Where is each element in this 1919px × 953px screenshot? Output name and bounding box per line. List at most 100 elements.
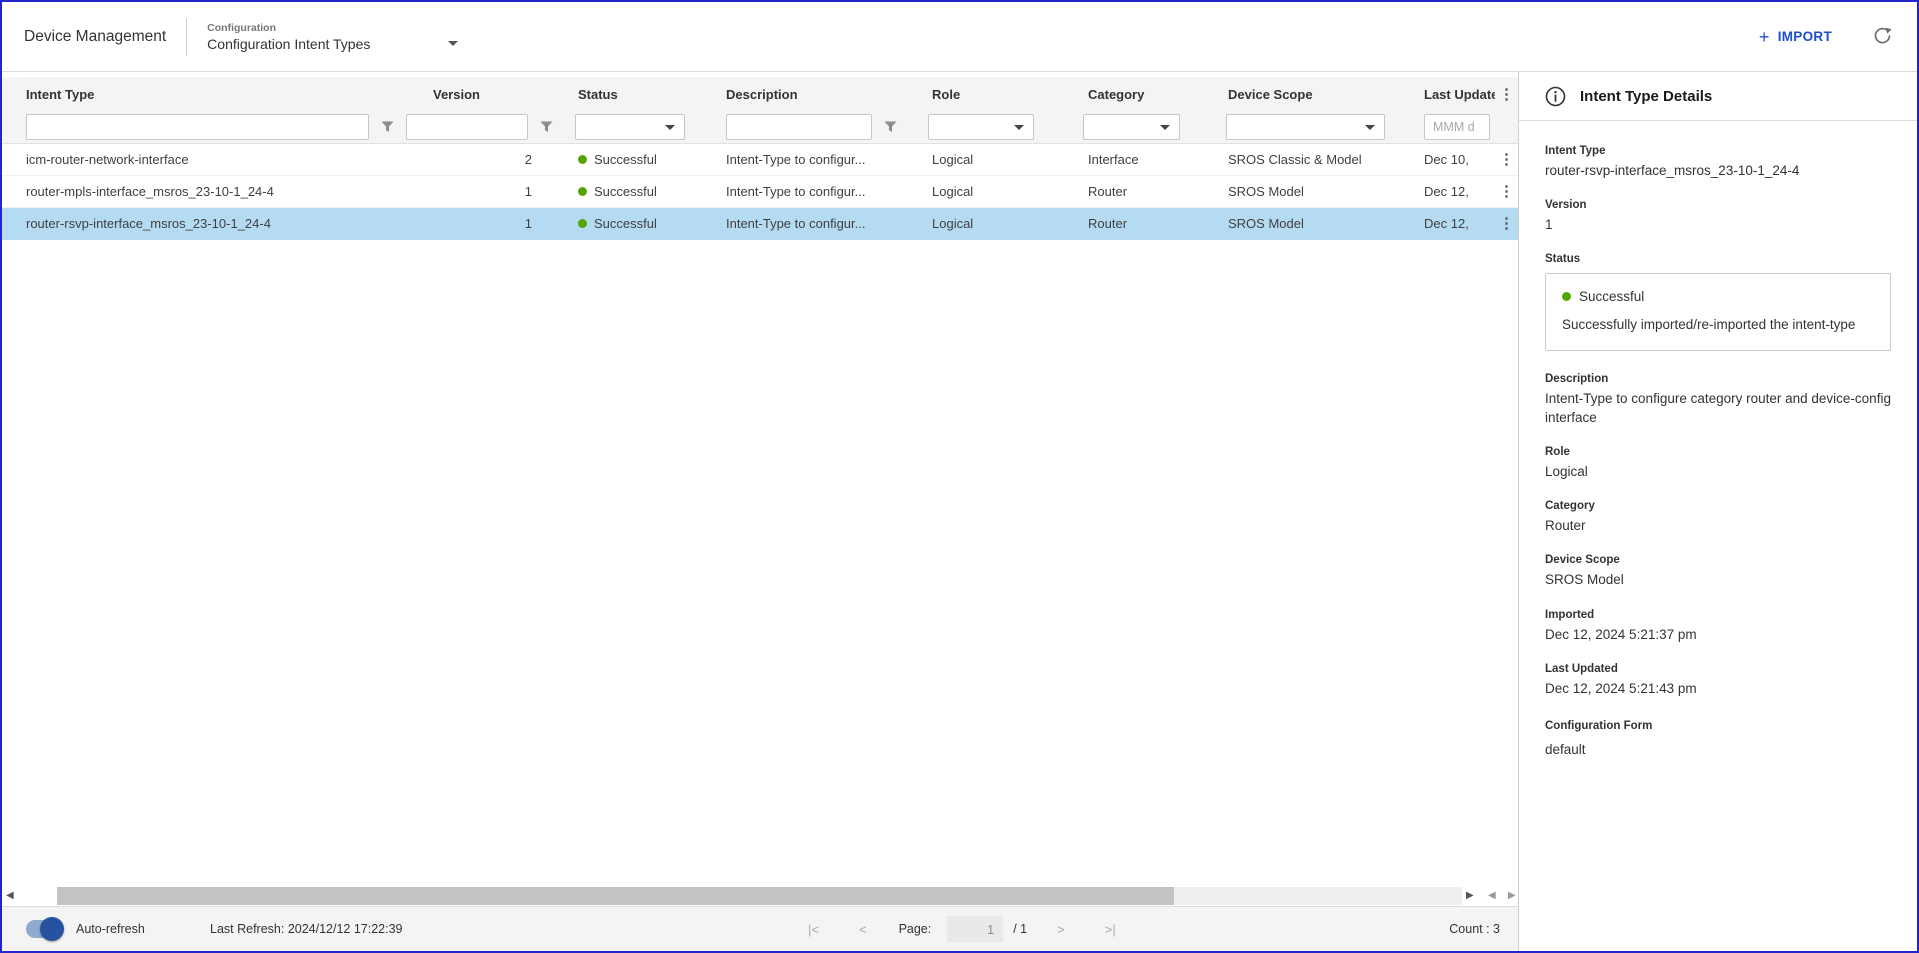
cell-description: Intent-Type to configur... xyxy=(708,216,904,231)
toggle-knob xyxy=(40,917,64,941)
cell-category: Interface xyxy=(1060,152,1204,167)
column-header-description[interactable]: Description xyxy=(708,87,904,102)
filter-funnel-icon[interactable] xyxy=(381,121,394,133)
refresh-button[interactable] xyxy=(1872,25,1893,49)
auto-refresh-label: Auto-refresh xyxy=(76,922,145,936)
row-count: Count : 3 xyxy=(1449,922,1500,936)
field-label-imported: Imported xyxy=(1545,609,1891,621)
cell-last-updated: Dec 12, xyxy=(1400,216,1495,231)
status-bar: Auto-refresh Last Refresh: 2024/12/12 17… xyxy=(2,906,1518,951)
field-label-description: Description xyxy=(1545,373,1891,385)
page-label: Page: xyxy=(899,922,932,936)
cell-intent-type: icm-router-network-interface xyxy=(2,152,394,167)
horizontal-scrollbar: ◀ ▶ ◀ ▶ xyxy=(2,886,1518,906)
filter-select-role[interactable] xyxy=(928,114,1034,140)
table-row[interactable]: router-mpls-interface_msros_23-10-1_24-4… xyxy=(2,176,1518,208)
filter-select-status[interactable] xyxy=(575,114,685,140)
status-success-icon xyxy=(578,187,587,196)
field-value-imported: Dec 12, 2024 5:21:37 pm xyxy=(1545,626,1891,644)
column-scroll-right-icon[interactable]: ▶ xyxy=(1508,889,1516,903)
field-value-configuration-form: default xyxy=(1545,741,1891,759)
previous-page-icon[interactable]: < xyxy=(859,922,867,937)
column-header-role[interactable]: Role xyxy=(904,87,1060,102)
view-selector[interactable]: Configuration Configuration Intent Types xyxy=(207,22,458,52)
field-label-category: Category xyxy=(1545,500,1891,512)
table-row[interactable]: icm-router-network-interface 2 Successfu… xyxy=(2,144,1518,176)
table-header-row: Intent Type Version Status Description R… xyxy=(2,77,1518,111)
details-panel-title: Intent Type Details xyxy=(1580,88,1712,105)
field-label-intent-type: Intent Type xyxy=(1545,145,1891,157)
next-page-icon[interactable]: > xyxy=(1057,922,1065,937)
details-panel-body: Intent Type router-rsvp-interface_msros_… xyxy=(1519,121,1917,778)
cell-version: 1 xyxy=(394,216,558,231)
cell-category: Router xyxy=(1060,216,1204,231)
status-detail-box: Successful Successfully imported/re-impo… xyxy=(1545,273,1891,351)
intent-types-table: Intent Type Version Status Description R… xyxy=(2,72,1519,951)
pagination: |< < Page: / 1 > >| xyxy=(808,916,1116,942)
intent-type-details-panel: Intent Type Details Intent Type router-r… xyxy=(1519,72,1917,951)
cell-intent-type: router-rsvp-interface_msros_23-10-1_24-4 xyxy=(2,216,394,231)
cell-description: Intent-Type to configur... xyxy=(708,152,904,167)
column-header-device-scope[interactable]: Device Scope xyxy=(1204,87,1400,102)
cell-device-scope: SROS Classic & Model xyxy=(1204,152,1400,167)
cell-description: Intent-Type to configur... xyxy=(708,184,904,199)
scroll-left-icon[interactable]: ◀ xyxy=(6,889,14,903)
last-refresh-text: Last Refresh: 2024/12/12 17:22:39 xyxy=(210,922,403,936)
scrollbar-track[interactable] xyxy=(57,887,1462,905)
page-number-input[interactable] xyxy=(947,916,1003,942)
page-total: / 1 xyxy=(1013,922,1027,936)
column-settings-kebab-icon[interactable]: ⋮ xyxy=(1499,87,1514,102)
row-actions-kebab-icon[interactable]: ⋮ xyxy=(1499,152,1514,167)
field-label-role: Role xyxy=(1545,446,1891,458)
field-label-status: Status xyxy=(1545,253,1891,265)
status-detail-message: Successfully imported/re-imported the in… xyxy=(1562,317,1874,332)
cell-role: Logical xyxy=(904,152,1060,167)
scroll-right-icon[interactable]: ▶ xyxy=(1466,889,1474,903)
cell-version: 1 xyxy=(394,184,558,199)
last-page-icon[interactable]: >| xyxy=(1105,922,1116,937)
filter-funnel-icon[interactable] xyxy=(540,121,553,133)
info-icon xyxy=(1545,86,1566,107)
cell-role: Logical xyxy=(904,184,1060,199)
status-success-icon xyxy=(578,219,587,228)
status-detail-value: Successful xyxy=(1579,289,1644,304)
filter-input-last-updated[interactable] xyxy=(1424,114,1490,140)
column-header-status[interactable]: Status xyxy=(558,87,708,102)
field-label-last-updated: Last Updated xyxy=(1545,663,1891,675)
filter-select-category[interactable] xyxy=(1083,114,1180,140)
plus-icon: + xyxy=(1759,28,1770,46)
import-button[interactable]: + IMPORT xyxy=(1759,28,1832,46)
cell-version: 2 xyxy=(394,152,558,167)
cell-device-scope: SROS Model xyxy=(1204,184,1400,199)
field-label-version: Version xyxy=(1545,199,1891,211)
topbar-divider xyxy=(186,18,187,56)
field-value-device-scope: SROS Model xyxy=(1545,571,1891,589)
app-title: Device Management xyxy=(24,28,166,46)
field-label-configuration-form: Configuration Form xyxy=(1545,720,1891,732)
cell-status: Successful xyxy=(594,216,657,231)
filter-input-intent-type[interactable] xyxy=(26,114,369,140)
filter-funnel-icon[interactable] xyxy=(884,121,897,133)
column-header-version[interactable]: Version xyxy=(394,87,558,102)
filter-input-description[interactable] xyxy=(726,114,872,140)
filter-select-device-scope[interactable] xyxy=(1226,114,1385,140)
cell-last-updated: Dec 10, xyxy=(1400,152,1495,167)
table-row-selected[interactable]: router-rsvp-interface_msros_23-10-1_24-4… xyxy=(2,208,1518,240)
cell-last-updated: Dec 12, xyxy=(1400,184,1495,199)
auto-refresh-toggle[interactable] xyxy=(26,920,60,938)
field-value-version: 1 xyxy=(1545,216,1891,234)
scrollbar-thumb[interactable] xyxy=(57,887,1174,905)
details-panel-header: Intent Type Details xyxy=(1519,72,1917,121)
column-header-intent-type[interactable]: Intent Type xyxy=(2,87,394,102)
row-actions-kebab-icon[interactable]: ⋮ xyxy=(1499,216,1514,231)
first-page-icon[interactable]: |< xyxy=(808,922,819,937)
cell-status: Successful xyxy=(594,184,657,199)
column-header-last-updated[interactable]: Last Updated xyxy=(1400,87,1495,102)
row-actions-kebab-icon[interactable]: ⋮ xyxy=(1499,184,1514,199)
field-value-last-updated: Dec 12, 2024 5:21:43 pm xyxy=(1545,680,1891,698)
filter-input-version[interactable] xyxy=(406,114,528,140)
column-scroll-left-icon[interactable]: ◀ xyxy=(1488,889,1496,903)
import-button-label: IMPORT xyxy=(1778,29,1832,44)
column-header-category[interactable]: Category xyxy=(1060,87,1204,102)
field-value-intent-type: router-rsvp-interface_msros_23-10-1_24-4 xyxy=(1545,162,1891,180)
